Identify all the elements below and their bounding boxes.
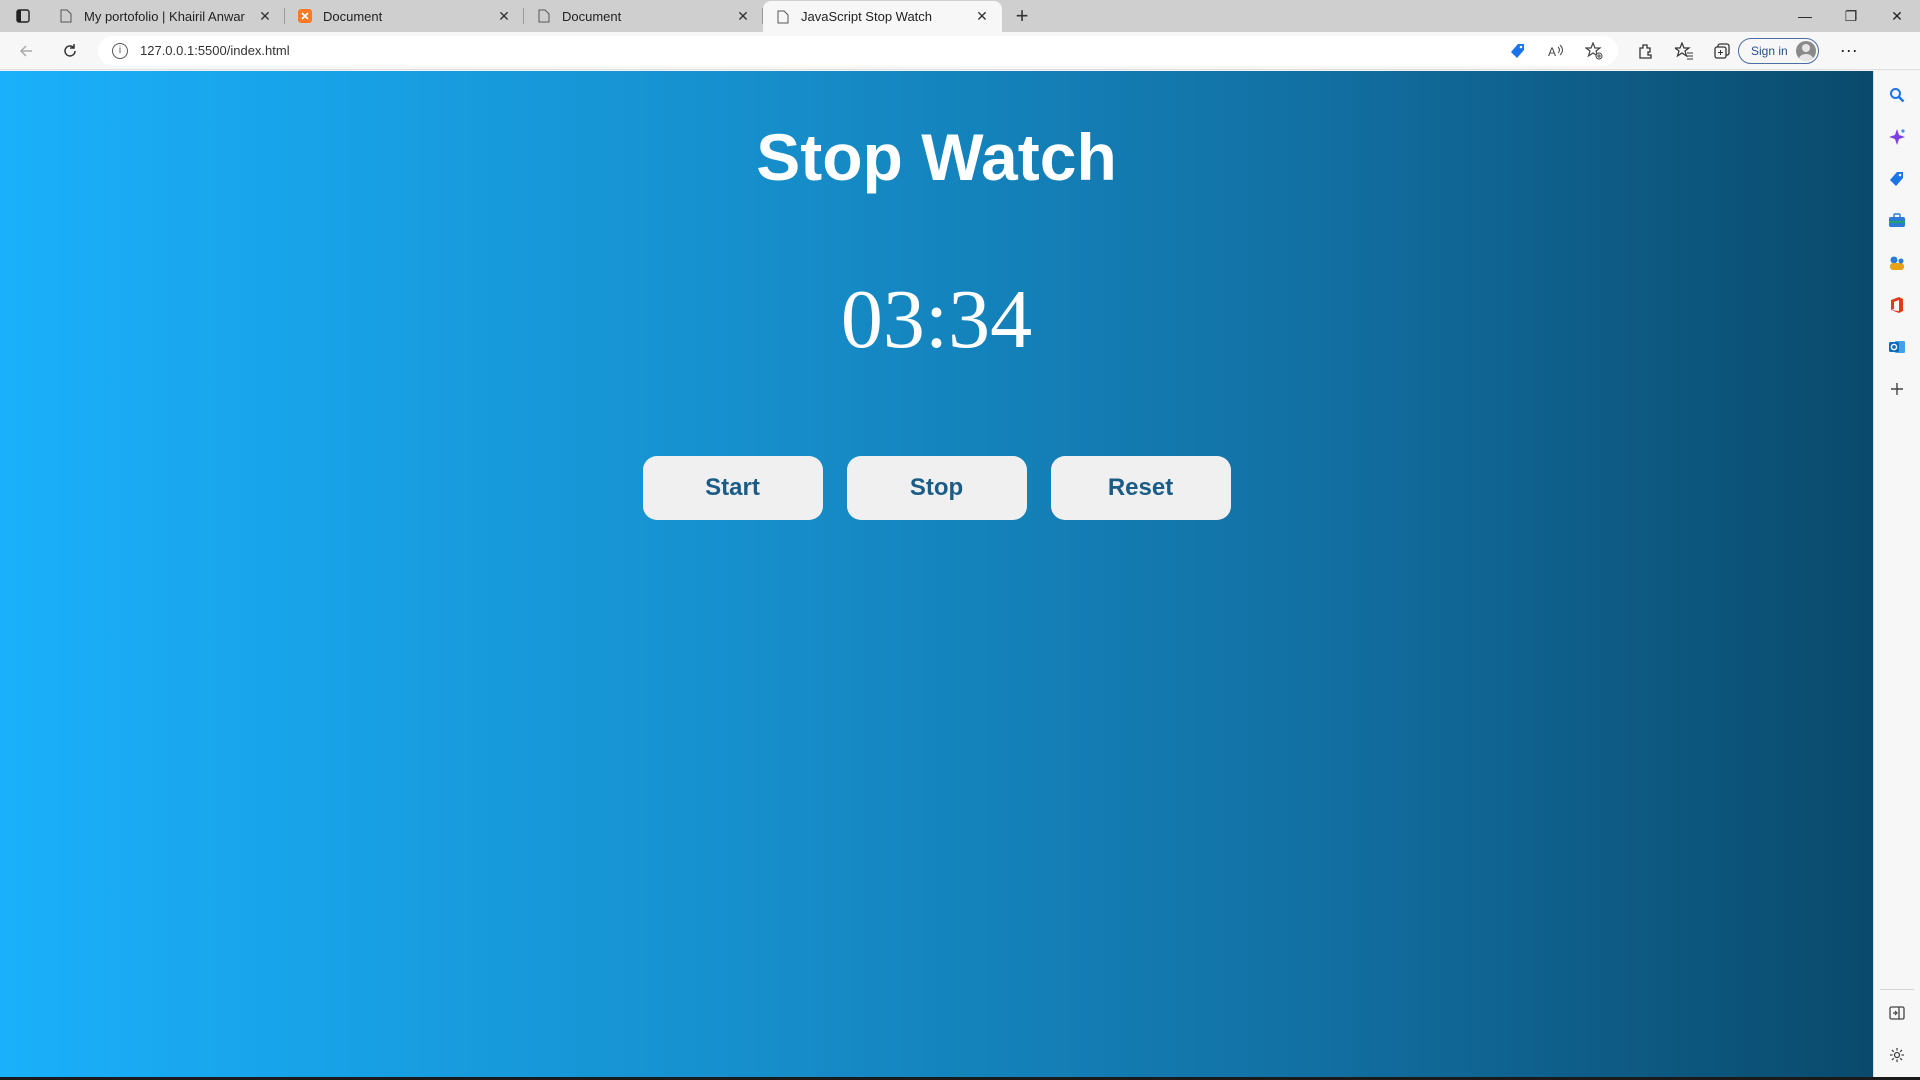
tab-document-xampp[interactable]: Document ✕ <box>285 0 524 32</box>
back-button[interactable] <box>8 35 44 67</box>
office-icon[interactable] <box>1887 295 1907 315</box>
close-icon[interactable]: ✕ <box>733 6 753 26</box>
new-tab-button[interactable]: + <box>1006 0 1038 32</box>
url-text[interactable]: 127.0.0.1:5500/index.html <box>140 43 290 58</box>
minimize-button[interactable]: — <box>1782 0 1828 32</box>
add-favorite-icon[interactable] <box>1584 41 1604 61</box>
hide-sidebar-icon[interactable] <box>1887 1003 1907 1023</box>
tab-stopwatch[interactable]: JavaScript Stop Watch ✕ <box>763 1 1002 32</box>
tab-document[interactable]: Document ✕ <box>524 0 763 32</box>
start-button[interactable]: Start <box>642 456 823 520</box>
tab-actions-icon <box>16 9 30 23</box>
tab-actions-button[interactable] <box>0 0 46 32</box>
site-info-icon[interactable]: i <box>112 42 128 59</box>
sidebar-divider <box>1880 989 1914 990</box>
browser-window: My portofolio | Khairil Anwar ✕ Document… <box>0 0 1920 1080</box>
close-icon[interactable]: ✕ <box>494 6 514 26</box>
read-aloud-icon[interactable]: A <box>1546 41 1566 61</box>
tab-title: Document <box>562 8 622 24</box>
extensions-icon[interactable] <box>1636 41 1656 61</box>
copilot-icon[interactable] <box>1887 127 1907 147</box>
page-icon <box>536 8 552 24</box>
edge-sidebar <box>1873 71 1920 1077</box>
favorites-icon[interactable] <box>1674 41 1694 61</box>
button-row: Start Stop Reset <box>0 456 1873 520</box>
timer-display: 03:34 <box>840 273 1033 366</box>
page-icon <box>58 8 74 24</box>
shopping-icon[interactable] <box>1887 169 1907 189</box>
address-bar[interactable]: i 127.0.0.1:5500/index.html A <box>98 35 1618 66</box>
tab-strip: My portofolio | Khairil Anwar ✕ Document… <box>0 0 1920 32</box>
svg-text:A: A <box>1548 45 1556 59</box>
games-icon[interactable] <box>1887 253 1907 273</box>
refresh-button[interactable] <box>52 35 88 67</box>
restore-button[interactable]: ❐ <box>1828 0 1874 32</box>
more-options-button[interactable]: ··· <box>1833 40 1865 61</box>
page-title: Stop Watch <box>756 120 1117 194</box>
tab-title: My portofolio | Khairil Anwar <box>84 8 245 24</box>
sign-in-label: Sign in <box>1751 43 1788 58</box>
close-window-button[interactable]: ✕ <box>1874 0 1920 32</box>
shopping-tag-icon[interactable] <box>1508 41 1528 61</box>
search-icon[interactable] <box>1887 85 1907 105</box>
tab-title: Document <box>323 8 383 24</box>
avatar <box>1795 40 1816 61</box>
tools-icon[interactable] <box>1887 211 1907 231</box>
stop-button[interactable]: Stop <box>846 456 1027 520</box>
browser-toolbar: i 127.0.0.1:5500/index.html A Sign in ··… <box>0 32 1920 70</box>
refresh-icon <box>64 43 76 57</box>
tab-title: JavaScript Stop Watch <box>801 9 933 24</box>
close-icon[interactable]: ✕ <box>255 6 275 26</box>
window-controls: — ❐ ✕ <box>1782 0 1920 32</box>
outlook-icon[interactable] <box>1887 337 1907 357</box>
back-arrow-icon <box>19 44 32 57</box>
page-icon <box>775 9 791 25</box>
reset-button[interactable]: Reset <box>1050 456 1231 520</box>
sign-in-button[interactable]: Sign in <box>1738 37 1819 64</box>
page-content: Stop Watch 03:34 Start Stop Reset <box>0 71 1873 1077</box>
close-icon[interactable]: ✕ <box>972 7 992 27</box>
collections-icon[interactable] <box>1712 41 1732 61</box>
xampp-icon <box>297 8 313 24</box>
tab-portfolio[interactable]: My portofolio | Khairil Anwar ✕ <box>46 0 285 32</box>
add-icon[interactable] <box>1887 379 1907 399</box>
settings-icon[interactable] <box>1887 1045 1907 1065</box>
